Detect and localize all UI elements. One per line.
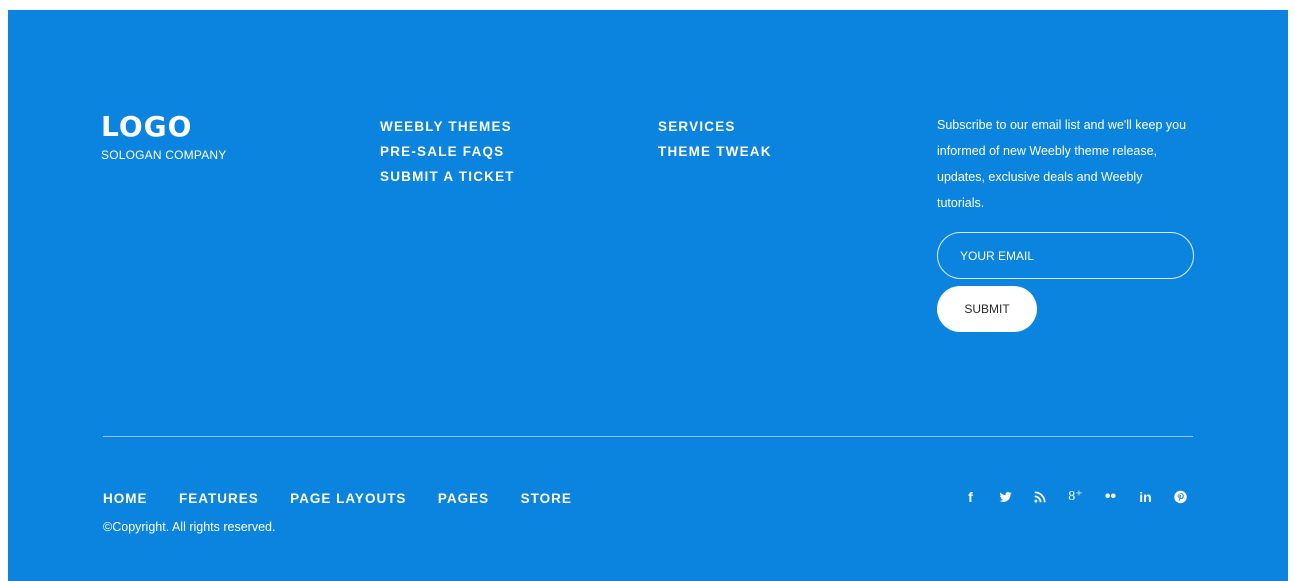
link-pre-sale-faqs[interactable]: PRE-SALE FAQS xyxy=(380,139,515,164)
submit-button[interactable]: SUBMIT xyxy=(937,286,1037,332)
link-weebly-themes[interactable]: WEEBLY THEMES xyxy=(380,114,515,139)
slogan: SOLOGAN COMPANY xyxy=(101,148,227,162)
facebook-icon[interactable]: f xyxy=(963,488,978,506)
social-links: f 8⁺ •• in xyxy=(963,488,1188,506)
footer-divider xyxy=(103,436,1193,437)
subscribe-text: Subscribe to our email list and we'll ke… xyxy=(937,118,1187,210)
nav-home[interactable]: HOME xyxy=(103,491,148,506)
nav-pages[interactable]: PAGES xyxy=(438,491,489,506)
rss-icon[interactable] xyxy=(1033,488,1048,506)
subscribe-block: Subscribe to our email list and we'll ke… xyxy=(937,112,1197,332)
link-submit-a-ticket[interactable]: SUBMIT A TICKET xyxy=(380,164,515,189)
twitter-icon[interactable] xyxy=(998,488,1013,506)
footer-links-column-1: WEEBLY THEMES PRE-SALE FAQS SUBMIT A TIC… xyxy=(380,114,515,189)
email-input[interactable] xyxy=(937,232,1194,279)
nav-store[interactable]: STORE xyxy=(521,491,572,506)
site-footer: LOGO SOLOGAN COMPANY WEEBLY THEMES PRE-S… xyxy=(8,10,1288,581)
nav-page-layouts[interactable]: PAGE LAYOUTS xyxy=(290,491,406,506)
linkedin-icon[interactable]: in xyxy=(1138,488,1153,506)
footer-links-column-2: SERVICES THEME TWEAK xyxy=(658,114,772,164)
pinterest-icon[interactable] xyxy=(1173,488,1188,506)
nav-features[interactable]: FEATURES xyxy=(179,491,259,506)
google-plus-icon[interactable]: 8⁺ xyxy=(1068,488,1083,506)
brand-block: LOGO SOLOGAN COMPANY xyxy=(101,110,226,162)
bottom-nav: HOME FEATURES PAGE LAYOUTS PAGES STORE xyxy=(103,490,599,508)
link-services[interactable]: SERVICES xyxy=(658,114,772,139)
flickr-icon[interactable]: •• xyxy=(1103,488,1118,506)
link-theme-tweak[interactable]: THEME TWEAK xyxy=(658,139,772,164)
logo[interactable]: LOGO xyxy=(101,110,226,144)
copyright: ©Copyright. All rights reserved. xyxy=(103,520,276,534)
